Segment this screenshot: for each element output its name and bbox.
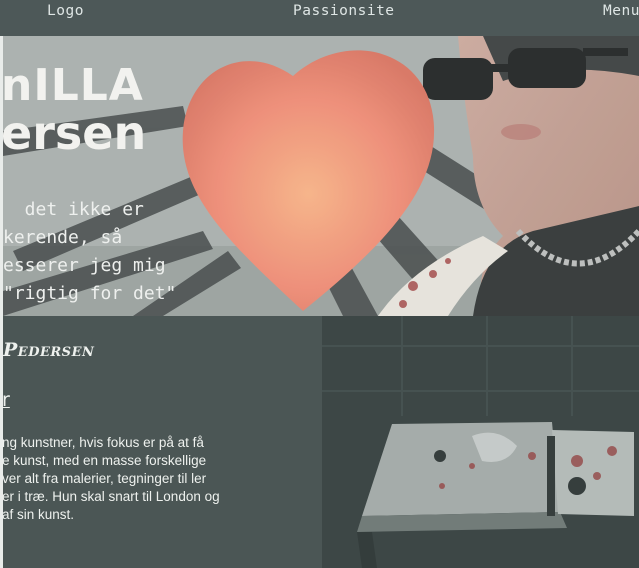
hero-name-first: nILLA <box>3 60 144 111</box>
top-navigation-bar: Logo Passionsite Menu <box>0 0 639 36</box>
nav-site-link[interactable]: Passionsite <box>293 3 395 19</box>
hero-quote: det ikke er kerende, så esserer jeg mig … <box>3 199 177 304</box>
workspace-photo <box>322 316 639 568</box>
nav-logo-link[interactable]: Logo <box>47 3 84 19</box>
workspace-photo-illustration <box>322 316 639 568</box>
nav-menu-button[interactable]: Menu <box>603 3 639 19</box>
section-link[interactable]: r <box>2 389 10 411</box>
hero-banner: nILLA ersen det ikke er kerende, så esse… <box>3 36 639 316</box>
hero-name-last: ersen <box>3 106 147 160</box>
section-body-text: ng kunstner, hvis fokus er på at få e ku… <box>2 435 220 522</box>
section-title: Pedersen <box>3 339 95 361</box>
